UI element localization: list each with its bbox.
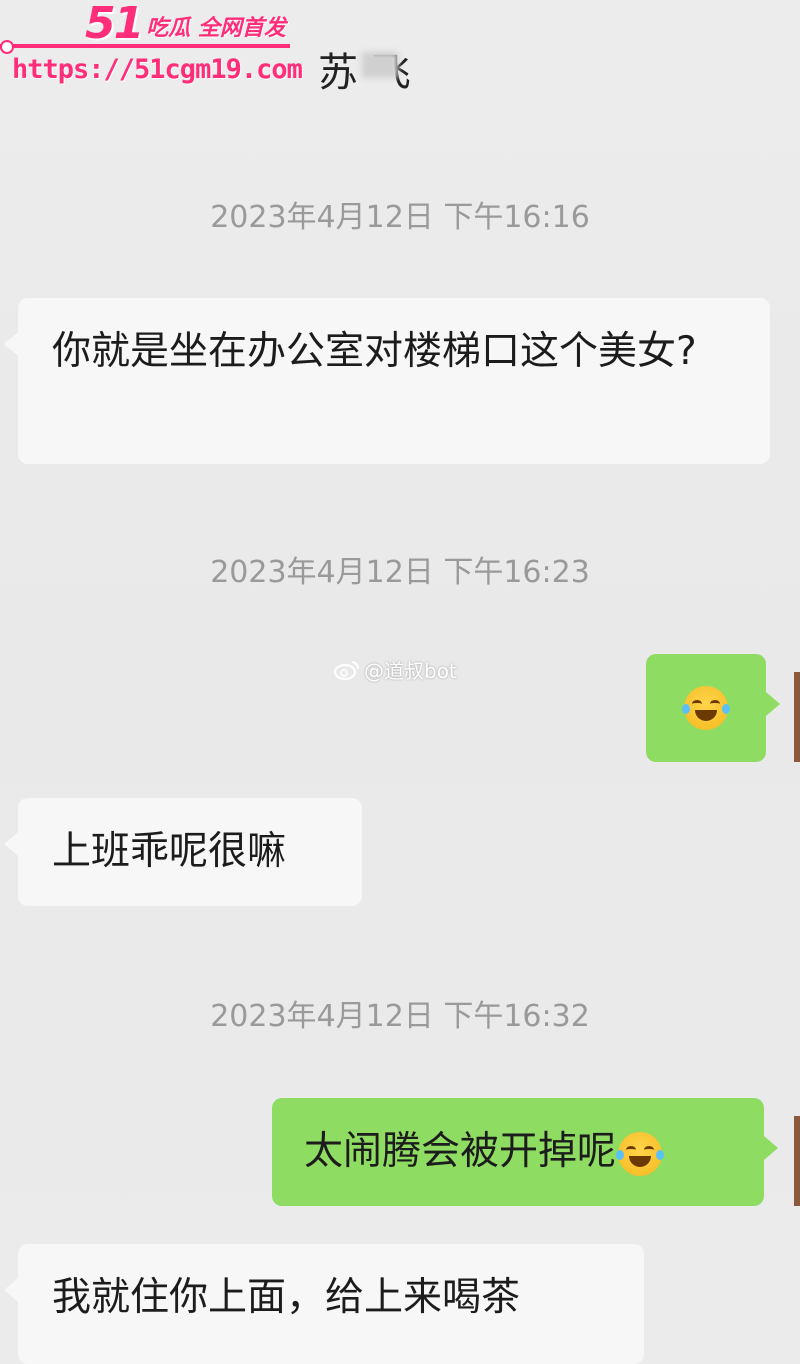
watermark-url: https://51cgm19.com xyxy=(12,54,303,85)
chat-screen: 51 吃瓜 全网首发 https://51cgm19.com 苏 飞 2023年… xyxy=(0,0,800,1364)
timestamp: 2023年4月12日 下午16:23 xyxy=(210,555,590,590)
message-bubble-right[interactable]: 太闹腾会被开掉呢 xyxy=(272,1098,778,1206)
site-watermark: 51 吃瓜 全网首发 https://51cgm19.com xyxy=(0,0,303,100)
message-bubble-left[interactable]: 上班乖呢很嘛 xyxy=(4,798,362,906)
watermark-brand: 51 吃瓜 全网首发 xyxy=(85,2,286,46)
message-bubble-left[interactable]: 我就住你上面，给上来喝茶 xyxy=(4,1244,644,1364)
weibo-icon xyxy=(334,660,359,680)
watermark-underline xyxy=(0,44,290,48)
laugh-cry-emoji-icon xyxy=(682,686,730,730)
message-text: 上班乖呢很嘛 xyxy=(52,829,287,874)
avatar[interactable] xyxy=(794,672,800,762)
laugh-cry-emoji-icon xyxy=(616,1131,665,1176)
watermark-brand-text: 吃瓜 全网首发 xyxy=(146,16,286,41)
title-redaction xyxy=(362,52,398,78)
message-text: 你就是坐在办公室对楼梯口这个美女? xyxy=(52,329,697,374)
timestamp: 2023年4月12日 下午16:32 xyxy=(210,999,590,1034)
watermark-dot-icon xyxy=(0,40,14,54)
message-text: 我就住你上面，给上来喝茶 xyxy=(52,1275,521,1320)
weibo-handle: @道叔bot xyxy=(364,659,457,683)
message-bubble-right[interactable] xyxy=(646,654,780,762)
avatar[interactable] xyxy=(794,1116,800,1206)
timestamp: 2023年4月12日 下午16:16 xyxy=(210,200,590,235)
watermark-number: 51 xyxy=(85,0,144,49)
message-text: 太闹腾会被开掉呢 xyxy=(304,1129,617,1174)
weibo-watermark: @道叔bot xyxy=(334,655,457,684)
message-bubble-left[interactable]: 你就是坐在办公室对楼梯口这个美女? xyxy=(4,298,770,464)
